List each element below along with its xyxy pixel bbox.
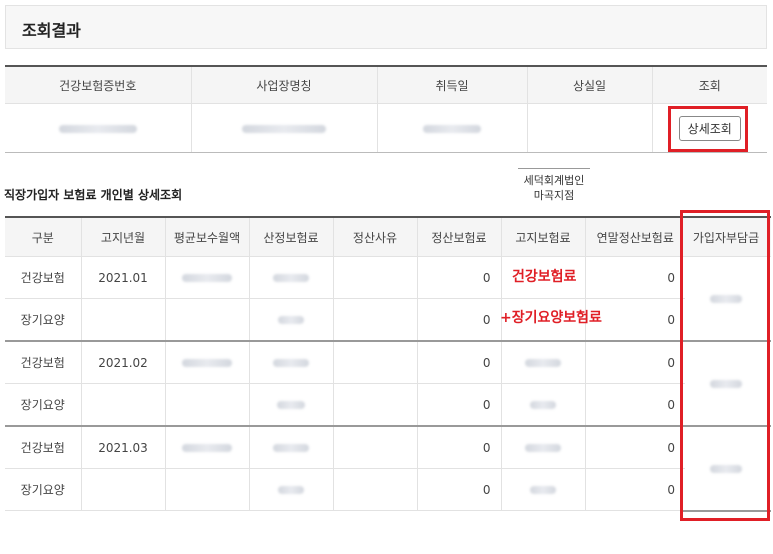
settlement-cell: 0 [416,468,501,511]
col-settlement-reason: 정산사유 [332,217,417,257]
settlement-cell: 0 [416,383,501,427]
calculated-premium-cell [248,298,333,342]
settlement-reason-cell [332,426,417,469]
yearend-cell: 0 [584,341,685,384]
settlement-reason-cell [332,383,417,427]
insurance-number-cell [5,103,191,153]
redacted-value [530,486,556,494]
redacted-value [182,359,232,367]
settlement-cell: 0 [416,341,501,384]
redacted-value [242,124,326,133]
redacted-value [525,359,561,367]
yearend-cell: 0 [584,468,685,511]
col-settlement-premium: 정산보험료 [416,217,501,257]
average-wage-cell [164,468,249,511]
category-cell: 장기요양 [5,468,81,511]
billed-premium-cell [500,468,585,511]
table-row: 장기요양 0 0 [5,383,685,427]
highlight-box-button [668,106,748,152]
summary-header-row: 건강보험증번호 사업장명칭 취득일 상실일 조회 [5,66,767,104]
category-cell: 장기요양 [5,383,81,427]
col-category: 구분 [5,217,81,257]
calculated-premium-cell [248,426,333,469]
col-inquiry: 조회 [651,66,767,104]
detail-table: 구분 고지년월 평균보수월액 산정보험료 정산사유 정산보험료 고지보험료 연말… [5,216,685,511]
category-cell: 건강보험 [5,341,81,384]
redacted-value [278,486,304,494]
month-cell [80,298,165,342]
page-title: 조회결과 [22,21,81,40]
col-billed-premium: 고지보험료 [500,217,585,257]
company-name: 세덕회계법인 마곡지점 [518,168,590,203]
average-wage-cell [164,383,249,427]
settlement-reason-cell [332,341,417,384]
settlement-reason-cell [332,256,417,299]
yearend-cell: 0 [584,383,685,427]
redacted-value [182,444,232,452]
col-lost-date: 상실일 [526,66,652,104]
redacted-value [530,401,556,409]
redacted-value [273,359,309,367]
col-calculated-premium: 산정보험료 [248,217,333,257]
lost-date-cell [526,103,652,153]
category-cell: 건강보험 [5,256,81,299]
settlement-reason-cell [332,468,417,511]
table-row: 장기요양 0 0 [5,468,685,511]
calculated-premium-cell [248,468,333,511]
table-row: 건강보험 2021.02 0 0 [5,341,685,384]
month-cell [80,383,165,427]
month-cell [80,468,165,511]
settlement-cell: 0 [416,298,501,342]
redacted-value [277,401,305,409]
average-wage-cell [164,298,249,342]
category-cell: 장기요양 [5,298,81,342]
calculated-premium-cell [248,341,333,384]
detail-header-row: 구분 고지년월 평균보수월액 산정보험료 정산사유 정산보험료 고지보험료 연말… [5,217,685,257]
summary-table: 건강보험증번호 사업장명칭 취득일 상실일 조회 상세조회 [5,65,767,153]
calculated-premium-cell [248,256,333,299]
settlement-cell: 0 [416,256,501,299]
month-cell: 2021.03 [80,426,165,469]
billed-premium-cell [500,341,585,384]
yearend-cell: 0 [584,256,685,299]
highlight-box-contribution [680,210,770,521]
settlement-cell: 0 [416,426,501,469]
annotation-health-premium: 건강보험료 [512,269,577,285]
billed-premium-cell [500,383,585,427]
col-workplace-name: 사업장명칭 [190,66,377,104]
redacted-value [273,444,309,452]
billed-premium-cell [500,426,585,469]
redacted-value [525,444,561,452]
detail-section-title: 직장가입자 보험료 개인별 상세조회 [4,188,183,202]
average-wage-cell [164,426,249,469]
company-line-2: 마곡지점 [533,189,575,202]
acquired-date-cell [376,103,527,153]
redacted-value [278,316,304,324]
month-cell: 2021.02 [80,341,165,384]
settlement-reason-cell [332,298,417,342]
calculated-premium-cell [248,383,333,427]
col-insurance-number: 건강보험증번호 [5,66,191,104]
result-header: 조회결과 [5,5,767,49]
average-wage-cell [164,341,249,384]
annotation-long-term-care: +장기요양보험료 [500,310,602,326]
col-average-wage: 평균보수월액 [164,217,249,257]
redacted-value [423,124,481,133]
workplace-name-cell [190,103,377,153]
col-yearend-premium: 연말정산보험료 [584,217,685,257]
category-cell: 건강보험 [5,426,81,469]
summary-row: 상세조회 [5,103,767,153]
redacted-value [182,274,232,282]
average-wage-cell [164,256,249,299]
table-row: 건강보험 2021.03 0 0 [5,426,685,469]
company-line-1: 세덕회계법인 [523,174,585,187]
col-billing-month: 고지년월 [80,217,165,257]
redacted-value [273,274,309,282]
yearend-cell: 0 [584,426,685,469]
month-cell: 2021.01 [80,256,165,299]
table-row: 건강보험 2021.01 0 0 [5,256,685,299]
col-acquired-date: 취득일 [376,66,527,104]
redacted-value [58,124,137,133]
